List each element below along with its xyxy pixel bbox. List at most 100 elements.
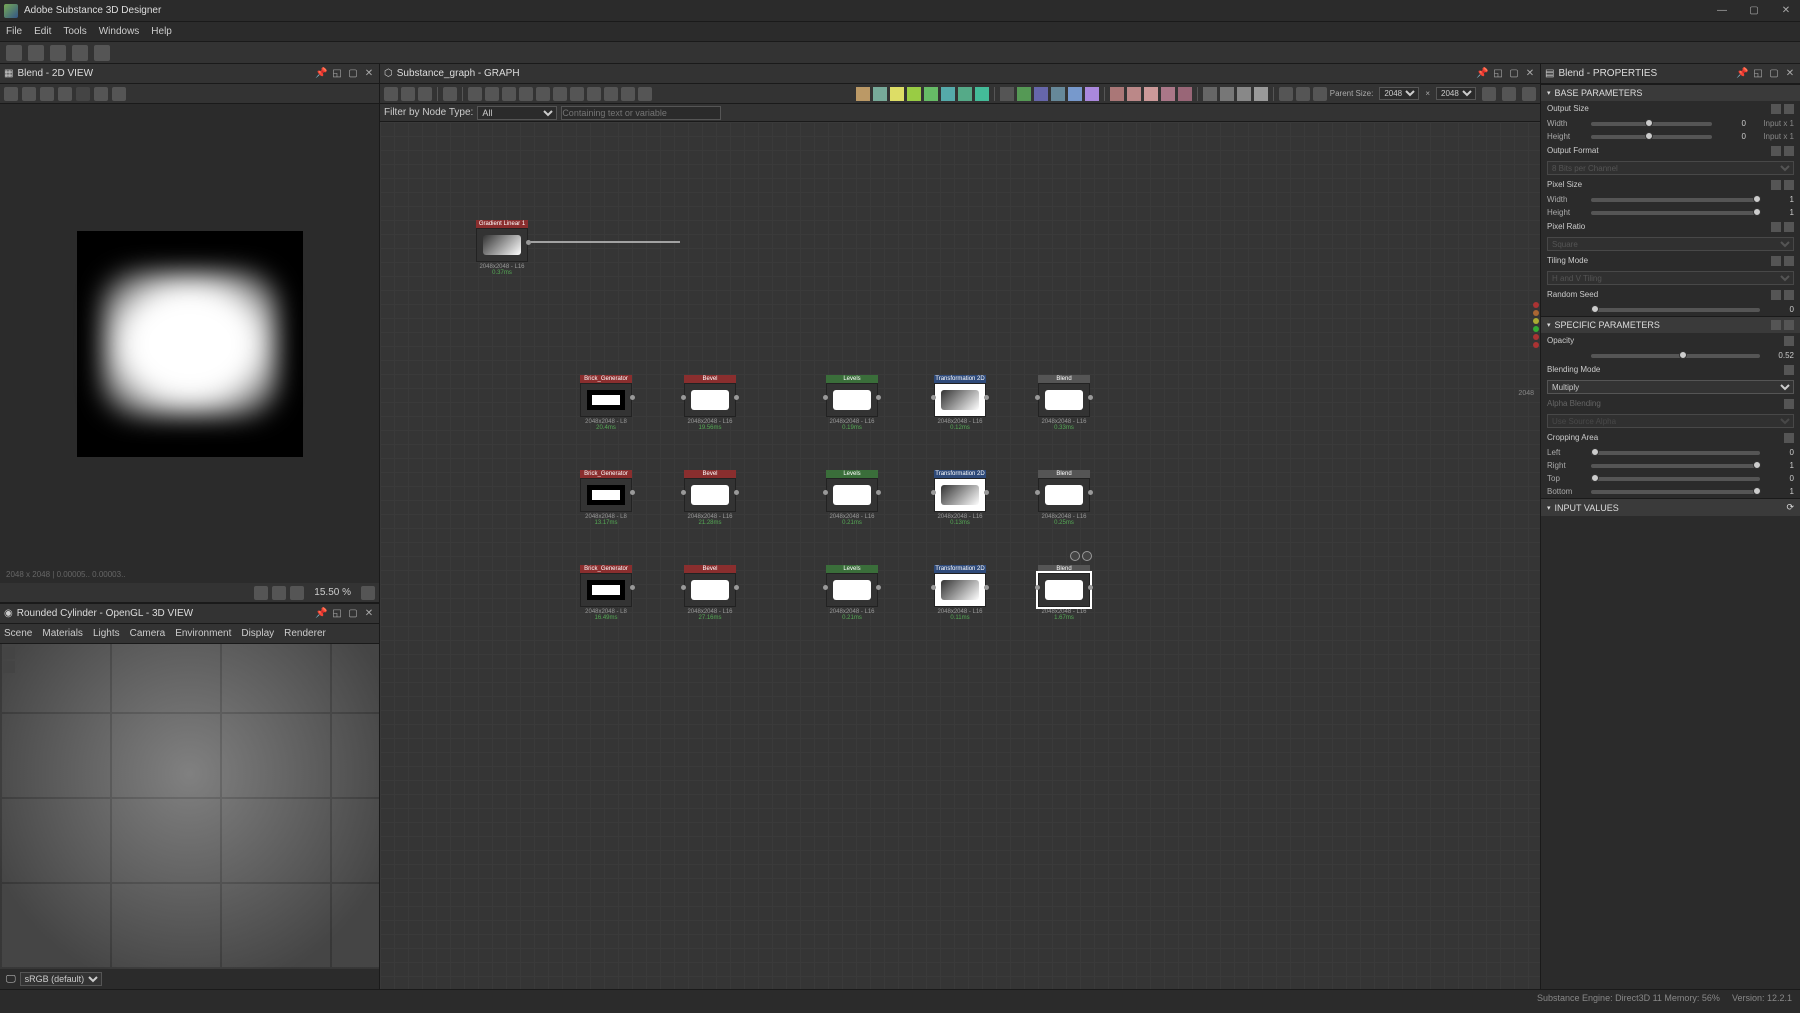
pin-icon[interactable]: 📌 <box>315 68 327 80</box>
popout-icon[interactable]: ◱ <box>331 68 343 80</box>
noise-3-icon[interactable] <box>1237 87 1251 101</box>
node-brick2[interactable]: Brick_Generator 2048x2048 - L8 13.17ms <box>580 470 632 526</box>
input-pin[interactable] <box>931 490 936 495</box>
link-icon[interactable] <box>1771 146 1781 156</box>
color-profile-select[interactable]: sRGB (default) <box>20 972 102 986</box>
graph-canvas[interactable]: Gradient Linear 1 2048x2048 - L16 0.37ms… <box>380 122 1540 989</box>
alpha-blending-select[interactable]: Use Source Alpha <box>1547 414 1794 428</box>
color-metallic-icon[interactable] <box>907 87 921 101</box>
fx-4-icon[interactable] <box>1161 87 1175 101</box>
maximize-panel-icon[interactable]: ▢ <box>1508 68 1520 80</box>
output-pin[interactable] <box>734 490 739 495</box>
node-bevel1[interactable]: Bevel 2048x2048 - L16 19.56ms <box>684 375 736 431</box>
maximize-panel-icon[interactable]: ▢ <box>1768 68 1780 80</box>
output-pin[interactable] <box>984 490 989 495</box>
grid-icon[interactable] <box>1771 320 1781 330</box>
menu-icon[interactable] <box>1784 222 1794 232</box>
maximize-panel-icon[interactable]: ▢ <box>347 68 359 80</box>
timing-icon[interactable] <box>1296 87 1310 101</box>
gray-3-icon[interactable] <box>1034 87 1048 101</box>
menu-icon[interactable] <box>1784 336 1794 346</box>
pin-node-icon[interactable] <box>638 87 652 101</box>
tiling-mode-select[interactable]: H and V Tiling <box>1547 271 1794 285</box>
menu-icon[interactable] <box>1784 433 1794 443</box>
menu-icon[interactable] <box>1784 104 1794 114</box>
node-levels2[interactable]: Levels 2048x2048 - L16 0.21ms <box>826 470 878 526</box>
fx-5-icon[interactable] <box>1178 87 1192 101</box>
input-port-5[interactable] <box>1533 334 1539 340</box>
view-single-icon[interactable] <box>4 87 18 101</box>
open-icon[interactable] <box>28 45 44 61</box>
frame-icon[interactable] <box>621 87 635 101</box>
input-port-mask[interactable] <box>1533 326 1539 332</box>
input-port-opacity[interactable] <box>1533 318 1539 324</box>
save-icon[interactable] <box>50 45 66 61</box>
menu-display[interactable]: Display <box>241 628 274 639</box>
close-button[interactable]: ✕ <box>1776 5 1796 16</box>
input-port-bg[interactable] <box>1533 310 1539 316</box>
section-specific-parameters[interactable]: SPECIFIC PARAMETERS <box>1541 316 1800 333</box>
menu-camera[interactable]: Camera <box>130 628 166 639</box>
input-pin[interactable] <box>823 585 828 590</box>
gray-4-icon[interactable] <box>1051 87 1065 101</box>
node-bevel3[interactable]: Bevel 2048x2048 - L16 27.16ms <box>684 565 736 621</box>
camera-icon[interactable] <box>3 647 15 659</box>
fx-3-icon[interactable] <box>1144 87 1158 101</box>
menu-icon[interactable] <box>1784 180 1794 190</box>
output-pin[interactable] <box>876 490 881 495</box>
menu-icon[interactable] <box>1784 365 1794 375</box>
input-pin[interactable] <box>681 490 686 495</box>
filter-type-select[interactable]: All <box>477 106 557 120</box>
output-toggle-icon[interactable] <box>1279 87 1293 101</box>
input-pin[interactable] <box>1035 490 1040 495</box>
node-trans1[interactable]: Transformation 2D 2048x2048 - L16 0.12ms <box>934 375 986 431</box>
output-pin[interactable] <box>1088 585 1093 590</box>
pin-icon[interactable]: 📌 <box>1736 68 1748 80</box>
node-close-icon[interactable] <box>1082 551 1092 561</box>
pixel-ratio-select[interactable]: Square <box>1547 237 1794 251</box>
refresh-icon[interactable] <box>1502 87 1516 101</box>
info-toggle-icon[interactable] <box>443 87 457 101</box>
close-panel-icon[interactable]: ✕ <box>363 68 375 80</box>
node-blend3[interactable]: Blend 2048x2048 - L16 1.67ms <box>1038 565 1090 621</box>
lock-icon[interactable] <box>361 586 375 600</box>
node-brick3[interactable]: Brick_Generator 2048x2048 - L8 16.49ms <box>580 565 632 621</box>
crop-icon[interactable] <box>58 87 72 101</box>
color-c7-icon[interactable] <box>958 87 972 101</box>
node-gradient[interactable]: Gradient Linear 1 2048x2048 - L16 0.37ms <box>476 220 528 276</box>
input-pin[interactable] <box>931 585 936 590</box>
link-size-icon[interactable] <box>1482 87 1496 101</box>
link-icon[interactable] <box>1771 180 1781 190</box>
node-trans3[interactable]: Transformation 2D 2048x2048 - L16 0.11ms <box>934 565 986 621</box>
width-slider[interactable] <box>1591 122 1712 126</box>
node-levels3[interactable]: Levels 2048x2048 - L16 0.21ms <box>826 565 878 621</box>
menu-icon[interactable] <box>1784 256 1794 266</box>
section-base-parameters[interactable]: BASE PARAMETERS <box>1541 84 1800 101</box>
crop-right-slider[interactable] <box>1591 464 1760 468</box>
pin-icon[interactable]: 📌 <box>1476 68 1488 80</box>
output-pin[interactable] <box>630 585 635 590</box>
maximize-button[interactable]: ▢ <box>1744 5 1764 16</box>
menu-environment[interactable]: Environment <box>175 628 231 639</box>
frame-all-icon[interactable] <box>384 87 398 101</box>
gray-6-icon[interactable] <box>1085 87 1099 101</box>
menu-icon[interactable] <box>1784 146 1794 156</box>
ruler-icon[interactable] <box>290 586 304 600</box>
close-panel-icon[interactable]: ✕ <box>1784 68 1796 80</box>
new-icon[interactable] <box>6 45 22 61</box>
input-pin[interactable] <box>931 395 936 400</box>
output-pin[interactable] <box>984 395 989 400</box>
menu-icon[interactable] <box>1784 399 1794 409</box>
blending-mode-select[interactable]: Multiply <box>1547 380 1794 394</box>
input-pin[interactable] <box>823 395 828 400</box>
node-brick1[interactable]: Brick_Generator 2048x2048 - L8 20.4ms <box>580 375 632 431</box>
noise-4-icon[interactable] <box>1254 87 1268 101</box>
input-port-6[interactable] <box>1533 342 1539 348</box>
color-c8-icon[interactable] <box>975 87 989 101</box>
link-icon[interactable] <box>1771 290 1781 300</box>
output-pin[interactable] <box>1088 395 1093 400</box>
output-pin[interactable] <box>734 585 739 590</box>
menu-file[interactable]: File <box>6 26 22 37</box>
ungroup-icon[interactable] <box>570 87 584 101</box>
light-icon[interactable] <box>3 661 15 673</box>
